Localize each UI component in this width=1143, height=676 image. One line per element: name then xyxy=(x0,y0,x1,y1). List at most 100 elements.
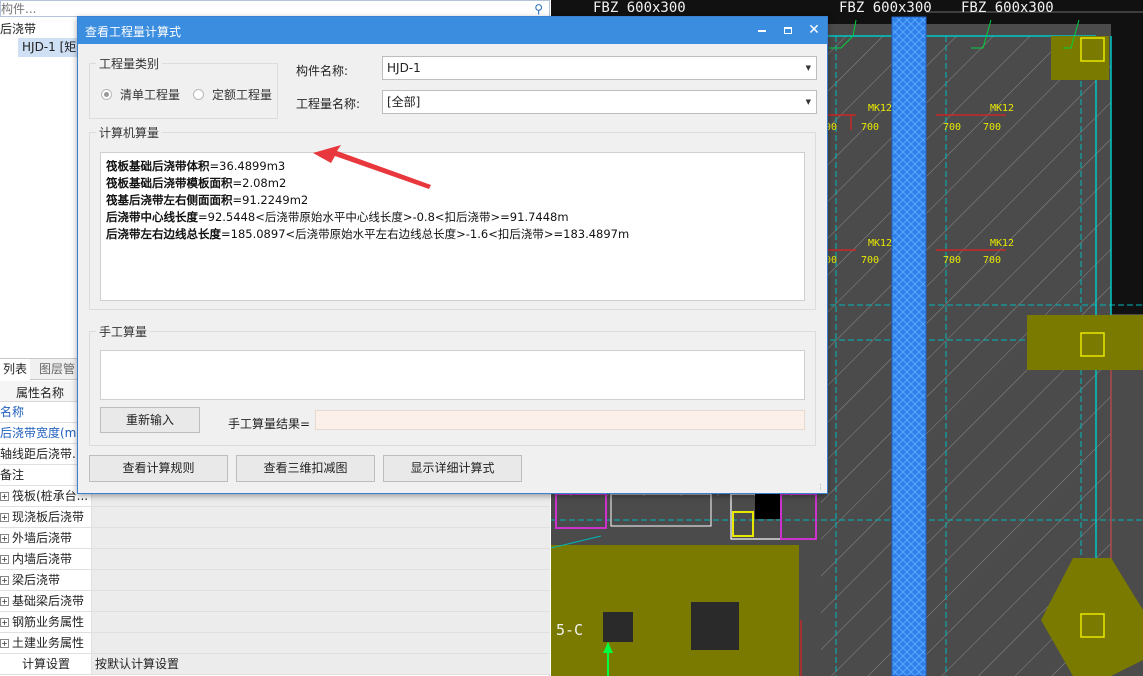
dialog-titlebar[interactable]: 查看工程量计算式 ✕ xyxy=(78,17,827,44)
component-search-input[interactable] xyxy=(1,1,521,16)
cad-label-mk12: MK12 xyxy=(990,238,1014,249)
radio-bill-quantity[interactable]: 清单工程量 xyxy=(101,86,180,103)
computer-calculation-text[interactable]: 筏板基础后浇带体积=36.4899m3 筏板基础后浇带模板面积=2.08m2 筏基后… xyxy=(100,152,805,301)
property-row[interactable]: + 土建业务属性 xyxy=(0,633,550,654)
quantity-name-label: 工程量名称: xyxy=(296,97,361,111)
maximize-button[interactable] xyxy=(778,20,798,40)
property-name: + 外墙后浇带 xyxy=(0,528,92,548)
cad-label-fbz-left: FBZ 600x300 xyxy=(593,0,686,16)
cad-label-mk12: MK12 xyxy=(868,103,892,114)
property-name-text: 内墙后浇带 xyxy=(12,552,73,566)
calculation-expression: =91.2249m2 xyxy=(232,193,309,207)
property-value[interactable] xyxy=(92,507,550,527)
search-icon[interactable]: ⚲ xyxy=(534,2,543,16)
calculation-line: 筏基后浇带左右侧面面积=91.2249m2 xyxy=(106,192,308,208)
property-value[interactable] xyxy=(92,549,550,569)
property-name: + 土建业务属性 xyxy=(0,633,92,653)
property-name: + 基础梁后浇带 xyxy=(0,591,92,611)
component-name-label: 构件名称: xyxy=(296,64,349,78)
quantity-name-select[interactable]: [全部] ▼ xyxy=(382,90,817,114)
calculation-expression: =185.0897<后浇带原始水平左右边线总长度>-1.6<扣后浇带>=183.… xyxy=(221,227,630,241)
expand-plus-icon[interactable]: + xyxy=(0,513,9,522)
component-name-value: HJD-1 xyxy=(387,61,421,75)
view-calculation-rules-button[interactable]: 查看计算规则 xyxy=(89,455,228,482)
property-value[interactable] xyxy=(92,633,550,653)
property-name: + 内墙后浇带 xyxy=(0,549,92,569)
chevron-down-icon[interactable]: ▼ xyxy=(806,91,811,113)
computer-calculation-group-title: 计算机算量 xyxy=(96,124,163,141)
calculation-item-name: 后浇带左右边线总长度 xyxy=(106,227,221,241)
property-name-column-header: 属性名称 xyxy=(16,386,65,400)
expand-plus-icon[interactable]: + xyxy=(0,576,9,585)
calculation-item-name: 后浇带中心线长度 xyxy=(106,210,198,224)
property-row[interactable]: + 钢筋业务属性 xyxy=(0,612,550,633)
calculation-line: 筏板基础后浇带体积=36.4899m3 xyxy=(106,158,285,174)
property-row[interactable]: + 内墙后浇带 xyxy=(0,549,550,570)
property-value[interactable] xyxy=(92,528,550,548)
calculation-line: 后浇带左右边线总长度=185.0897<后浇带原始水平左右边线总长度>-1.6<… xyxy=(106,226,629,242)
property-row[interactable]: + 梁后浇带 xyxy=(0,570,550,591)
property-value[interactable]: 按默认计算设置 xyxy=(92,654,550,674)
calculation-expression: =2.08m2 xyxy=(232,176,287,190)
radio-quota-quantity[interactable]: 定额工程量 xyxy=(193,86,272,103)
cad-label-dim: 700 xyxy=(983,255,1001,266)
property-row[interactable]: 计算设置 按默认计算设置 xyxy=(0,654,550,675)
expand-plus-icon[interactable]: + xyxy=(0,618,9,627)
expand-plus-icon[interactable]: + xyxy=(0,492,9,501)
property-name-text: 现浇板后浇带 xyxy=(12,510,85,524)
calculation-item-name: 筏基后浇带左右侧面面积 xyxy=(106,193,233,207)
annotation-arrow xyxy=(313,145,431,189)
cad-label-dim: 700 xyxy=(861,122,879,133)
quantity-type-group-title: 工程量类别 xyxy=(96,55,163,72)
property-value[interactable] xyxy=(92,612,550,632)
cad-label-dim: 700 xyxy=(943,122,961,133)
reenter-button[interactable]: 重新输入 xyxy=(100,407,200,433)
minimize-icon xyxy=(758,29,766,32)
property-name-text: 土建业务属性 xyxy=(12,636,85,650)
cad-label-axis: 5-C xyxy=(556,621,583,639)
property-row[interactable]: + 基础梁后浇带 xyxy=(0,591,550,612)
expand-plus-icon[interactable]: + xyxy=(0,597,9,606)
property-name-text: 梁后浇带 xyxy=(12,573,61,587)
property-name: + 梁后浇带 xyxy=(0,570,92,590)
close-button[interactable]: ✕ xyxy=(804,20,824,40)
calculation-line: 后浇带中心线长度=92.5448<后浇带原始水平中心线长度>-0.8<扣后浇带>… xyxy=(106,209,569,225)
radio-bill-quantity-indicator[interactable] xyxy=(101,89,112,100)
cad-label-dim: 700 xyxy=(943,255,961,266)
calculation-expression: =92.5448<后浇带原始水平中心线长度>-0.8<扣后浇带>=91.7448… xyxy=(198,210,569,224)
property-name-text: 钢筋业务属性 xyxy=(12,615,85,629)
view-quantity-formula-dialog: 查看工程量计算式 ✕ 工程量类别 清单工程量 定额工程量 构件名称: HJD-1… xyxy=(77,16,828,494)
component-name-select[interactable]: HJD-1 ▼ xyxy=(382,56,817,80)
property-name-text: 外墙后浇带 xyxy=(12,531,73,545)
resize-grip-icon[interactable]: ⋮ xyxy=(817,483,825,491)
expand-plus-icon[interactable]: + xyxy=(0,534,9,543)
property-name-text: 基础梁后浇带 xyxy=(12,594,85,608)
property-value[interactable] xyxy=(92,591,550,611)
cad-label-mk12: MK12 xyxy=(990,103,1014,114)
property-name-text: 后浇带宽度(mm xyxy=(0,426,89,440)
property-name: + 现浇板后浇带 xyxy=(0,507,92,527)
quantity-name-value: [全部] xyxy=(387,95,421,109)
property-row[interactable]: + 外墙后浇带 xyxy=(0,528,550,549)
property-value[interactable] xyxy=(92,570,550,590)
manual-calculation-input[interactable] xyxy=(100,350,805,400)
property-name: 计算设置 xyxy=(0,654,92,674)
expand-plus-icon[interactable]: + xyxy=(0,555,9,564)
chevron-down-icon[interactable]: ▼ xyxy=(806,57,811,79)
calculation-line: 筏板基础后浇带模板面积=2.08m2 xyxy=(106,175,286,191)
view-3d-deduction-button[interactable]: 查看三维扣减图 xyxy=(236,455,375,482)
minimize-button[interactable] xyxy=(752,20,772,40)
tree-root-post-pour-strip[interactable]: 后浇带 xyxy=(0,20,36,37)
show-detailed-formula-button[interactable]: 显示详细计算式 xyxy=(383,455,522,482)
tab-layer-management[interactable]: 图层管 xyxy=(36,359,81,380)
radio-quota-quantity-indicator[interactable] xyxy=(193,89,204,100)
property-row[interactable]: + 现浇板后浇带 xyxy=(0,507,550,528)
expand-plus-icon[interactable]: + xyxy=(0,639,9,648)
tab-list[interactable]: 列表 xyxy=(0,359,30,380)
component-search-box[interactable]: ⚲ xyxy=(0,0,550,17)
property-name: + 钢筋业务属性 xyxy=(0,612,92,632)
calculation-expression: =36.4899m3 xyxy=(209,159,286,173)
cad-label-fbz-mid: FBZ 600x300 xyxy=(839,0,932,16)
property-name-text: 计算设置 xyxy=(22,657,71,671)
cad-label-fbz-right: FBZ 600x300 xyxy=(961,0,1054,16)
